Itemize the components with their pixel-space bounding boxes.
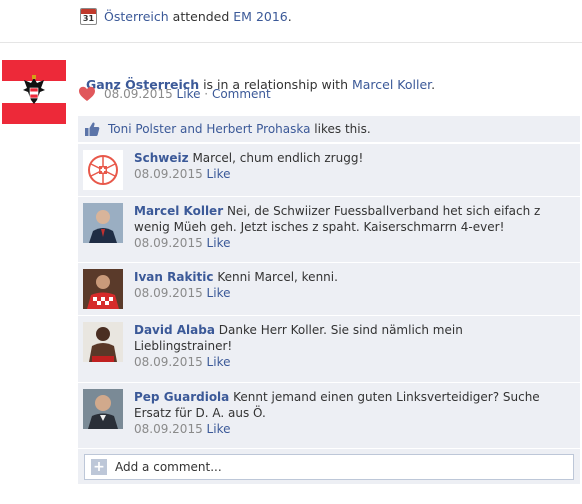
comment-like-link[interactable]: Like: [207, 355, 231, 369]
plus-icon: +: [91, 459, 107, 475]
thumbs-up-icon: [85, 122, 100, 136]
post-date: 08.09.2015: [104, 87, 173, 101]
commenter-name-link[interactable]: Schweiz: [134, 151, 189, 165]
comment-like-link[interactable]: Like: [207, 286, 231, 300]
heart-icon: [79, 86, 95, 101]
life-event-row: 31 Österreich attended EM 2016.: [80, 6, 292, 26]
likers-link[interactable]: Toni Polster and Herbert Prohaska: [108, 122, 310, 136]
event-target-link[interactable]: EM 2016: [233, 9, 287, 24]
person-photo-icon: [83, 322, 123, 362]
comment-date: 08.09.2015: [134, 355, 203, 369]
eagle-coat-of-arms-icon: [23, 75, 45, 104]
comment-like-link[interactable]: Like: [207, 422, 231, 436]
avatar-schweiz[interactable]: [83, 150, 123, 190]
post-like-link[interactable]: Like: [177, 87, 201, 101]
avatar-marcel-koller[interactable]: [83, 203, 123, 243]
person-photo-icon: [83, 389, 123, 429]
commenter-name-link[interactable]: David Alaba: [134, 323, 215, 337]
commenter-name-link[interactable]: Marcel Koller: [134, 204, 223, 218]
comment-item: Marcel Koller Nei, de Schwiizer Fuessbal…: [78, 196, 580, 262]
avatar-david-alaba[interactable]: [83, 322, 123, 362]
comment-date: 08.09.2015: [134, 286, 203, 300]
commenter-name-link[interactable]: Ivan Rakitic: [134, 270, 214, 284]
likes-summary: Toni Polster and Herbert Prohaska likes …: [78, 116, 580, 142]
person-photo-icon: [83, 269, 123, 309]
comment-item: Ivan Rakitic Kenni Marcel, kenni. 08.09.…: [78, 262, 580, 315]
profile-picture-austria-flag[interactable]: [2, 60, 66, 124]
comment-text: Kenni Marcel, kenni.: [217, 270, 338, 284]
event-subject-link[interactable]: Österreich: [104, 9, 169, 24]
post-meta: 08.09.2015 Like · Comment: [78, 85, 271, 103]
comment-item: Schweiz Marcel, chum endlich zrugg! 08.0…: [78, 143, 580, 196]
comment-list: Schweiz Marcel, chum endlich zrugg! 08.0…: [78, 143, 580, 484]
avatar-pep-guardiola[interactable]: [83, 389, 123, 429]
commenter-name-link[interactable]: Pep Guardiola: [134, 390, 229, 404]
comment-like-link[interactable]: Like: [207, 167, 231, 181]
swiss-football-logo-icon: [88, 155, 118, 185]
comment-item: Pep Guardiola Kennt jemand einen guten L…: [78, 382, 580, 448]
comment-like-link[interactable]: Like: [207, 236, 231, 250]
calendar-icon: 31: [80, 7, 97, 25]
person-photo-icon: [83, 203, 123, 243]
life-event-text: Österreich attended EM 2016.: [104, 8, 292, 24]
post-comment-link[interactable]: Comment: [212, 87, 271, 101]
partner-link[interactable]: Marcel Koller: [352, 77, 431, 92]
comment-date: 08.09.2015: [134, 167, 203, 181]
comment-item: David Alaba Danke Herr Koller. Sie sind …: [78, 315, 580, 382]
divider: [0, 42, 582, 43]
comment-date: 08.09.2015: [134, 236, 203, 250]
add-comment-input[interactable]: + Add a comment...: [84, 454, 574, 480]
add-comment-row: + Add a comment...: [78, 448, 580, 484]
add-comment-placeholder: Add a comment...: [115, 460, 222, 474]
avatar-ivan-rakitic[interactable]: [83, 269, 123, 309]
comment-text: Marcel, chum endlich zrugg!: [192, 151, 364, 165]
comment-date: 08.09.2015: [134, 422, 203, 436]
